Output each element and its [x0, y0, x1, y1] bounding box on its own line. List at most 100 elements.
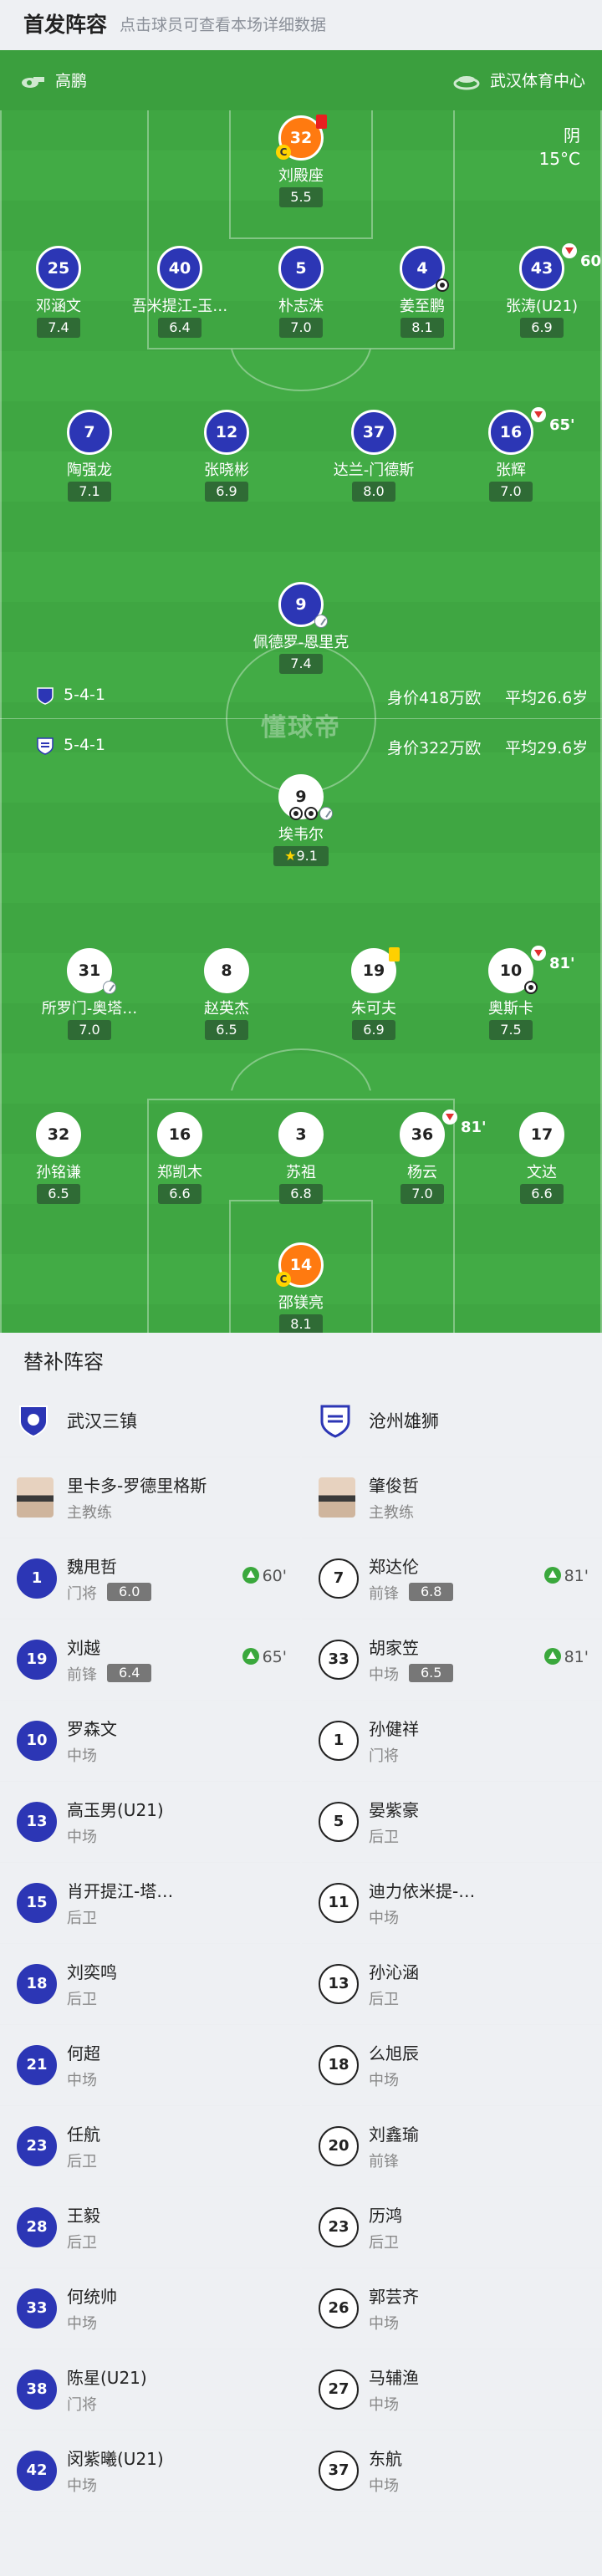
- player-number: 15: [17, 1883, 57, 1923]
- sub-in-icon: [242, 1648, 259, 1665]
- assist-icon: [103, 981, 116, 994]
- sub-player-row[interactable]: 38 陈星(U21) 门将: [0, 2349, 300, 2431]
- player-rating: 8.1: [400, 318, 444, 338]
- away-player[interactable]: 8 赵英杰 6.5: [156, 948, 298, 1040]
- player-number: 4: [400, 246, 449, 292]
- player-name: 奥斯卡: [488, 1000, 533, 1018]
- page-title: 首发阵容: [23, 13, 108, 37]
- sub-player-row[interactable]: 21 何超 中场: [0, 2025, 300, 2106]
- player-position: 门将: [67, 1585, 97, 1603]
- away-player[interactable]: 19 朱可夫 6.9: [303, 947, 445, 1040]
- home-player[interactable]: 9 佩德罗-恩里克 7.4: [230, 582, 372, 674]
- player-name: 朱可夫: [351, 1000, 396, 1018]
- sub-player-row[interactable]: 18 么旭辰 中场: [302, 2025, 602, 2106]
- player-rating: 6.4: [158, 318, 202, 338]
- player-name: 孙沁涵: [369, 1962, 419, 1982]
- player-position: 门将: [369, 1747, 399, 1765]
- sub-player-row[interactable]: 33 何统帅 中场: [0, 2268, 300, 2349]
- sub-player-row[interactable]: 1 孙健祥 门将: [302, 1701, 602, 1782]
- sub-in-icon: [543, 1648, 561, 1665]
- away-coach[interactable]: 肇俊哲 主教练: [302, 1457, 602, 1538]
- home-player[interactable]: 32 C 刘殿座 5.5: [230, 115, 372, 207]
- player-position: 中场: [67, 2477, 97, 2495]
- away-player[interactable]: 31 所罗门-奥塔… 7.0: [18, 948, 161, 1040]
- player-number: 19: [17, 1640, 57, 1680]
- sub-player-row[interactable]: 5 晏紫豪 后卫: [302, 1782, 602, 1863]
- goal-ball-icon: [304, 807, 318, 820]
- away-player[interactable]: 14 C 邵镁亮 8.1: [230, 1242, 372, 1333]
- sub-out-icon: [531, 946, 546, 961]
- player-name: 肖开提江-塔…: [67, 1881, 174, 1901]
- away-team-header[interactable]: 沧州雄狮: [302, 1383, 602, 1457]
- match-info-bar: 高鹏 武汉体育中心: [0, 50, 602, 110]
- player-number: 1: [319, 1721, 359, 1761]
- away-team-name: 沧州雄狮: [369, 1411, 439, 1431]
- player-name: 刘奕鸣: [67, 1962, 117, 1982]
- sub-player-row[interactable]: 23 历鸿 后卫: [302, 2187, 602, 2268]
- player-number: 20: [319, 2126, 359, 2166]
- away-team-logo-icon: [37, 737, 54, 755]
- sub-player-row[interactable]: 19 刘越 前锋 6.4 65': [0, 1620, 300, 1701]
- player-number: 16: [157, 1112, 202, 1157]
- player-number: 16 65': [488, 407, 575, 455]
- sub-player-row[interactable]: 42 闵紫曦(U21) 中场: [0, 2431, 300, 2512]
- coach-role: 主教练: [369, 1504, 414, 1522]
- player-number: 38: [17, 2369, 57, 2410]
- player-number: 13: [319, 1964, 359, 2004]
- home-player[interactable]: 37 达兰-门德斯 8.0: [303, 410, 445, 502]
- home-player[interactable]: 7 陶强龙 7.1: [18, 410, 161, 502]
- sub-player-row[interactable]: 37 东航 中场: [302, 2431, 602, 2512]
- sub-player-row[interactable]: 7 郑达伦 前锋 6.8 81': [302, 1538, 602, 1620]
- player-position: 后卫: [67, 2234, 97, 2252]
- home-coach[interactable]: 里卡多-罗德里格斯 主教练: [0, 1457, 300, 1538]
- player-position: 中场: [67, 1829, 97, 1846]
- home-team-summary: 5-4-1 身价418万欧 平均26.6岁: [0, 679, 602, 712]
- sub-player-row[interactable]: 13 高玉男(U21) 中场: [0, 1782, 300, 1863]
- away-player[interactable]: 9 埃韦尔 ★9.1: [230, 774, 372, 866]
- player-rating: 6.0: [107, 1583, 152, 1601]
- player-rating: 6.5: [205, 1020, 248, 1040]
- sub-player-row[interactable]: 20 刘鑫瑜 前锋: [302, 2106, 602, 2187]
- sub-player-row[interactable]: 27 马辅渔 中场: [302, 2349, 602, 2431]
- sub-player-row[interactable]: 11 迪力依米提-… 中场: [302, 1863, 602, 1944]
- player-position: 门将: [67, 2396, 97, 2414]
- player-number: 27: [319, 2369, 359, 2410]
- player-name: 罗森文: [67, 1719, 117, 1739]
- player-name: 陶强龙: [67, 462, 112, 479]
- player-number: 25: [36, 246, 81, 291]
- player-number-text: 32: [47, 1125, 70, 1144]
- away-player[interactable]: 17 文达 6.6: [471, 1112, 602, 1204]
- home-player[interactable]: 43 60' 张涛(U21) 6.9: [471, 243, 602, 338]
- player-number-text: 17: [530, 1125, 554, 1144]
- player-position: 后卫: [369, 1829, 399, 1846]
- player-number: 40: [157, 246, 202, 291]
- sub-player-row[interactable]: 28 王毅 后卫: [0, 2187, 300, 2268]
- player-number: 42: [17, 2451, 57, 2491]
- player-name: 闵紫曦(U21): [67, 2449, 164, 2469]
- sub-player-row[interactable]: 18 刘奕鸣 后卫: [0, 1944, 300, 2025]
- player-position: 前锋: [369, 2153, 399, 2170]
- home-player[interactable]: 16 65' 张辉 7.0: [440, 407, 582, 502]
- away-age: 平均29.6岁: [505, 739, 589, 757]
- player-number: 13: [17, 1802, 57, 1842]
- sub-player-row[interactable]: 33 胡家笠 中场 6.5 81': [302, 1620, 602, 1701]
- player-position: 中场: [369, 1666, 399, 1684]
- sub-player-row[interactable]: 26 郭芸齐 中场: [302, 2268, 602, 2349]
- sub-player-row[interactable]: 15 肖开提江-塔… 后卫: [0, 1863, 300, 1944]
- player-name: 埃韦尔: [278, 826, 324, 844]
- player-number-text: 4: [416, 259, 428, 278]
- player-number: 18: [319, 2045, 359, 2085]
- player-rating: 7.0: [400, 1184, 444, 1204]
- away-player[interactable]: 10 81' 奥斯卡 7.5: [440, 946, 582, 1040]
- home-value: 身价418万欧: [387, 689, 482, 707]
- sub-player-row[interactable]: 13 孙沁涵 后卫: [302, 1944, 602, 2025]
- sub-player-row[interactable]: 10 罗森文 中场: [0, 1701, 300, 1782]
- home-player[interactable]: 12 张晓彬 6.9: [156, 410, 298, 502]
- sub-in-minute: 81': [564, 1567, 589, 1585]
- sub-player-row[interactable]: 1 魏甩哲 门将 6.0 60': [0, 1538, 300, 1620]
- referee-name: 高鹏: [55, 72, 88, 90]
- player-rating: 5.5: [279, 187, 323, 207]
- player-number: 5: [319, 1802, 359, 1842]
- home-team-header[interactable]: 武汉三镇: [0, 1383, 300, 1457]
- sub-player-row[interactable]: 23 任航 后卫: [0, 2106, 300, 2187]
